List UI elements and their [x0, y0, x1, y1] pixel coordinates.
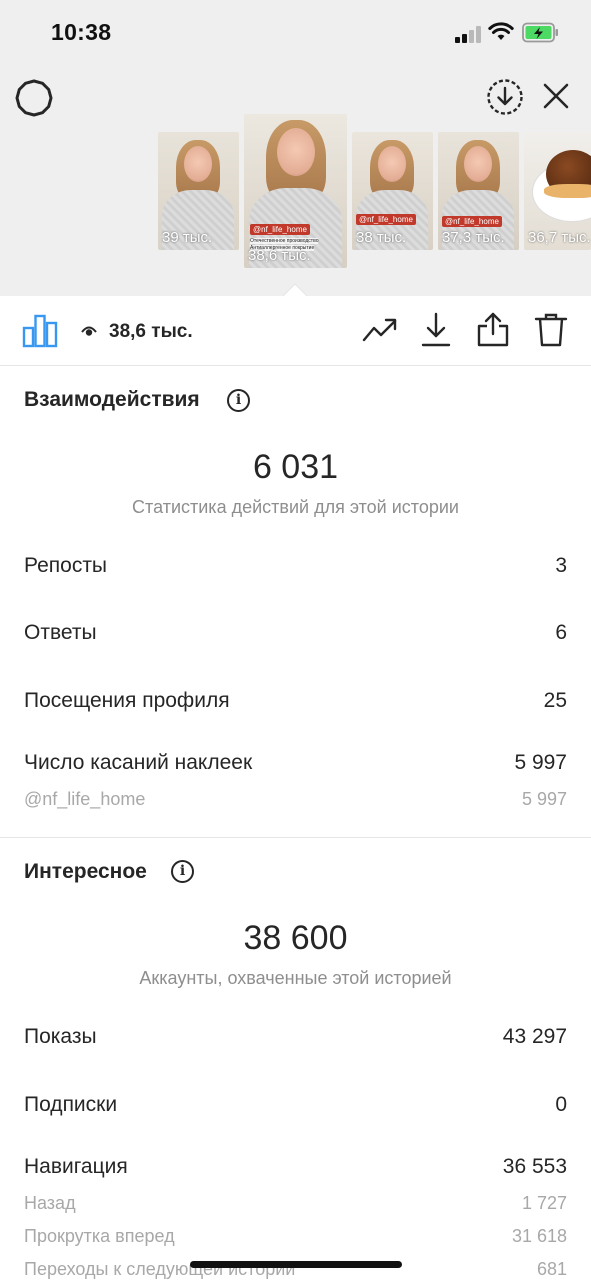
stat-row-replies: Ответы 6 — [24, 621, 567, 645]
stat-label: Показы — [24, 1025, 97, 1048]
discovery-total: 38 600 — [243, 919, 348, 957]
stat-label: Ответы — [24, 621, 97, 644]
stat-label: Число касаний наклеек — [24, 751, 253, 774]
stat-row-profile-visits: Посещения профиля 25 — [24, 689, 567, 713]
status-bar: 10:38 — [0, 0, 591, 66]
stat-value: 3 — [555, 554, 567, 577]
stat-label: Навигация — [24, 1155, 128, 1178]
stat-value: 5 997 — [514, 751, 567, 774]
info-icon[interactable]: i — [227, 389, 250, 412]
stat-value: 31 618 — [511, 1226, 567, 1246]
story-thumbnail[interactable]: @nf_life_home 38 тыс. — [352, 132, 433, 250]
cellular-signal-icon — [455, 25, 483, 43]
story-thumbnail[interactable]: 39 тыс. — [158, 132, 239, 250]
thumbnail-views: 39 тыс. — [162, 229, 213, 246]
stat-value: 681 — [536, 1259, 567, 1279]
bar-chart-icon[interactable] — [22, 314, 58, 348]
stat-label: Прокрутка вперед — [24, 1226, 175, 1246]
selection-caret — [282, 283, 308, 297]
stat-row-impressions: Показы 43 297 — [24, 1025, 567, 1049]
stat-subrow-forward: Прокрутка вперед 31 618 — [24, 1226, 567, 1247]
stat-row-navigation: Навигация 36 553 — [24, 1155, 567, 1179]
stat-label: Назад — [24, 1193, 76, 1213]
sticker-mention-tag: @nf_life_home — [250, 224, 310, 235]
stat-label: @nf_life_home — [24, 789, 146, 809]
stat-value: 6 — [555, 621, 567, 644]
stat-row-follows: Подписки 0 — [24, 1093, 567, 1117]
stat-row-sticker-taps: Число касаний наклеек 5 997 — [24, 751, 567, 775]
discovery-title: Интересное — [24, 860, 147, 883]
sticker-mention-tag: @nf_life_home — [356, 214, 416, 225]
thumbnail-views: 36,7 тыс. — [528, 229, 591, 246]
stat-value: 43 297 — [502, 1025, 567, 1048]
battery-charging-icon — [522, 22, 558, 43]
interactions-caption: Статистика действий для этой истории — [132, 497, 459, 517]
stat-subrow-back: Назад 1 727 — [24, 1193, 567, 1214]
story-carousel-area: 10:38 39 тыс. @nf_life_home Отечественно… — [0, 0, 591, 297]
thumbnail-views: 37,3 тыс. — [442, 229, 505, 246]
trending-up-icon[interactable] — [362, 312, 398, 348]
stat-label: Подписки — [24, 1093, 118, 1116]
home-indicator[interactable] — [190, 1261, 402, 1268]
stat-subrow-mention: @nf_life_home 5 997 — [24, 789, 567, 810]
eye-icon — [81, 326, 97, 336]
stat-label: Репосты — [24, 554, 108, 577]
thumbnail-views: 38 тыс. — [356, 229, 407, 246]
status-time: 10:38 — [51, 19, 112, 45]
stat-row-reposts: Репосты 3 — [24, 554, 567, 578]
interactions-total: 6 031 — [252, 448, 339, 486]
story-thumbnail[interactable]: @nf_life_home 37,3 тыс. — [438, 132, 519, 250]
story-thumbnail[interactable]: 36,7 тыс. — [524, 132, 591, 250]
stat-label: Посещения профиля — [24, 689, 230, 712]
stat-value: 0 — [555, 1093, 567, 1116]
wifi-icon — [488, 22, 514, 40]
stat-value: 1 727 — [521, 1193, 567, 1213]
insights-toolbar: 38,6 тыс. — [0, 296, 591, 366]
toolbar-views-count: 38,6 тыс. — [109, 321, 193, 342]
thumbnail-views: 38,6 тыс. — [248, 247, 311, 264]
story-thumbnail-selected[interactable]: @nf_life_home Отечественное производство… — [244, 114, 347, 268]
stat-value: 36 553 — [502, 1155, 567, 1178]
stat-value: 5 997 — [521, 789, 567, 809]
close-icon[interactable] — [542, 82, 570, 110]
sticker-caption: Отечественное производство — [250, 238, 319, 244]
trash-icon[interactable] — [534, 312, 568, 348]
settings-gear-icon[interactable] — [14, 78, 54, 118]
stat-value: 25 — [543, 689, 567, 712]
download-icon[interactable] — [420, 312, 452, 348]
sticker-mention-tag: @nf_life_home — [442, 216, 502, 227]
share-icon[interactable] — [476, 312, 510, 348]
interactions-title: Взаимодействия — [24, 388, 200, 411]
info-icon[interactable]: i — [171, 860, 194, 883]
discovery-caption: Аккаунты, охваченные этой историей — [139, 968, 452, 988]
save-story-icon[interactable] — [486, 78, 524, 116]
section-divider — [0, 837, 591, 838]
